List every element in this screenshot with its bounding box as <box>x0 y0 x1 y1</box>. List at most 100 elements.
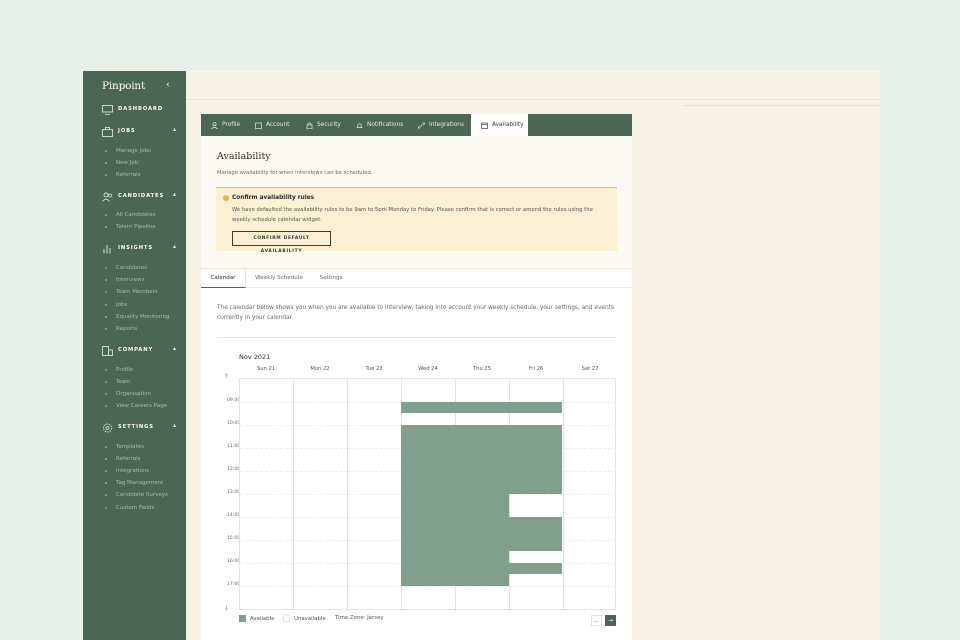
chevron-left-icon[interactable]: ‹ <box>166 80 170 90</box>
page-description: Manage availability for when interviews … <box>217 170 373 176</box>
sidebar: Pinpoint ‹ DASHBOARD JOBS ▴ Manage Jobs … <box>83 71 186 640</box>
briefcase-icon <box>102 127 113 137</box>
day-header: Thu 25 <box>473 366 491 372</box>
building-icon <box>102 346 113 356</box>
grid-line <box>240 586 617 587</box>
sidebar-item-jobs[interactable]: Jobs <box>105 302 127 308</box>
confirm-default-availability-button[interactable]: CONFIRM DEFAULT AVAILABILITY <box>232 231 331 254</box>
bar-chart-icon <box>103 245 111 254</box>
sidebar-item-talent-pipeline[interactable]: Talent Pipeline <box>105 224 156 230</box>
sidebar-item-all-candidates[interactable]: All Candidates <box>105 212 156 218</box>
sidebar-section-candidates[interactable]: CANDIDATES ▴ <box>83 191 186 205</box>
sidebar-item-manage-jobs[interactable]: Manage Jobs <box>105 148 151 154</box>
tab-security[interactable]: Security <box>296 114 346 136</box>
sidebar-item-integrations[interactable]: Integrations <box>105 468 149 474</box>
sidebar-item-templates[interactable]: Templates <box>105 444 144 450</box>
available-slot[interactable] <box>401 425 455 586</box>
sidebar-section-dashboard[interactable]: DASHBOARD <box>83 104 186 118</box>
grid-column-line <box>293 379 294 611</box>
chevron-up-icon: ▴ <box>173 191 177 198</box>
tab-notifications[interactable]: Notifications <box>346 114 408 136</box>
sidebar-item-team-members[interactable]: Team Members <box>105 289 158 295</box>
lock-icon <box>306 122 313 129</box>
timezone-label: Time Zone: Jersey <box>335 615 384 621</box>
sidebar-item-referrals[interactable]: Referrals <box>105 172 140 178</box>
sidebar-section-label: JOBS <box>118 128 136 134</box>
tab-availability[interactable]: Availability <box>471 114 528 136</box>
available-slot[interactable] <box>509 402 562 413</box>
chevron-up-icon: ▴ <box>173 243 177 250</box>
alert-body: We have defaulted the availability rules… <box>232 207 593 223</box>
alert-title: Confirm availability rules <box>232 195 315 201</box>
previous-week-button[interactable]: ← <box>591 615 602 626</box>
sidebar-item-insights-candidates[interactable]: Candidates <box>105 265 147 271</box>
page-title: Availability <box>217 151 271 162</box>
day-header: Tue 23 <box>365 366 383 372</box>
sidebar-item-organisation[interactable]: Organisation <box>105 391 151 397</box>
availability-header: Availability Manage availability for whe… <box>201 136 632 268</box>
sidebar-item-equality-monitoring[interactable]: Equality Monitoring <box>105 314 169 320</box>
subtab-settings[interactable]: Settings <box>311 269 351 288</box>
day-header: Mon 22 <box>310 366 330 372</box>
sidebar-section-label: CANDIDATES <box>118 193 165 199</box>
users-icon <box>102 192 112 202</box>
top-bar <box>186 71 880 100</box>
sidebar-section-company[interactable]: COMPANY ▴ <box>83 345 186 359</box>
calendar-grid[interactable] <box>239 378 617 611</box>
sidebar-item-custom-fields[interactable]: Custom Fields <box>105 505 154 511</box>
user-icon <box>211 121 218 129</box>
legend-available: Available <box>239 615 274 622</box>
day-header: Fri 26 <box>528 366 544 372</box>
sidebar-item-view-careers-page[interactable]: View Careers Page <box>105 403 167 409</box>
available-slot[interactable] <box>401 402 455 413</box>
sidebar-section-label: DASHBOARD <box>118 106 164 112</box>
divider <box>217 337 617 338</box>
scroll-down-icon[interactable]: ↓ <box>224 605 229 612</box>
chevron-up-icon: ▴ <box>173 422 177 429</box>
sidebar-section-jobs[interactable]: JOBS ▴ <box>83 126 186 140</box>
tab-profile[interactable]: Profile <box>201 114 245 136</box>
unavailable-swatch <box>283 615 290 622</box>
chevron-up-icon: ▴ <box>173 126 177 133</box>
settings-card: Profile Account Security Notifications I… <box>201 114 632 640</box>
monitor-icon <box>102 105 113 115</box>
brand-logo[interactable]: Pinpoint <box>102 80 145 92</box>
scroll-up-icon[interactable]: ↑ <box>224 373 229 380</box>
grid-column-line <box>509 379 510 611</box>
sidebar-item-profile[interactable]: Profile <box>105 367 133 373</box>
day-header: Wed 24 <box>418 366 438 372</box>
calendar-description: The calendar below shows you when you ar… <box>217 305 614 321</box>
available-slot[interactable] <box>509 563 562 574</box>
sidebar-item-candidate-surveys[interactable]: Candidate Surveys <box>105 492 168 498</box>
day-header: Sat 27 <box>581 366 599 372</box>
app-window: Pinpoint ‹ DASHBOARD JOBS ▴ Manage Jobs … <box>83 71 880 640</box>
legend-unavailable: Unavailable <box>283 615 326 622</box>
subtab-weekly-schedule[interactable]: Weekly Schedule <box>249 269 309 288</box>
calendar-month: Nov 2021 <box>239 353 271 361</box>
available-slot[interactable] <box>509 425 562 494</box>
sidebar-section-insights[interactable]: INSIGHTS ▴ <box>83 243 186 257</box>
sidebar-item-tag-management[interactable]: Tag Management <box>105 480 163 486</box>
available-slot[interactable] <box>509 517 562 551</box>
next-week-button[interactable]: → <box>605 615 616 626</box>
calendar-icon <box>481 122 488 129</box>
sidebar-item-settings-referrals[interactable]: Referrals <box>105 456 140 462</box>
account-icon <box>255 122 262 129</box>
tab-account[interactable]: Account <box>245 114 296 136</box>
sidebar-item-team[interactable]: Team <box>105 379 131 385</box>
tab-integrations[interactable]: Integrations <box>408 114 470 136</box>
warning-icon: ! <box>223 195 229 201</box>
settings-tabs: Profile Account Security Notifications I… <box>201 114 632 136</box>
top-divider <box>683 105 880 106</box>
subtab-calendar[interactable]: Calendar <box>201 269 246 288</box>
chevron-up-icon: ▴ <box>173 345 177 352</box>
sidebar-section-label: INSIGHTS <box>118 245 154 251</box>
sidebar-section-settings[interactable]: SETTINGS ▴ <box>83 422 186 436</box>
sidebar-item-reports[interactable]: Reports <box>105 326 137 332</box>
sidebar-item-interviews[interactable]: Interviews <box>105 277 144 283</box>
day-header: Sun 21 <box>256 366 276 372</box>
available-slot[interactable] <box>455 425 509 586</box>
sidebar-item-new-job[interactable]: New Job <box>105 160 138 166</box>
available-slot[interactable] <box>455 402 509 413</box>
grid-column-line <box>347 379 348 611</box>
